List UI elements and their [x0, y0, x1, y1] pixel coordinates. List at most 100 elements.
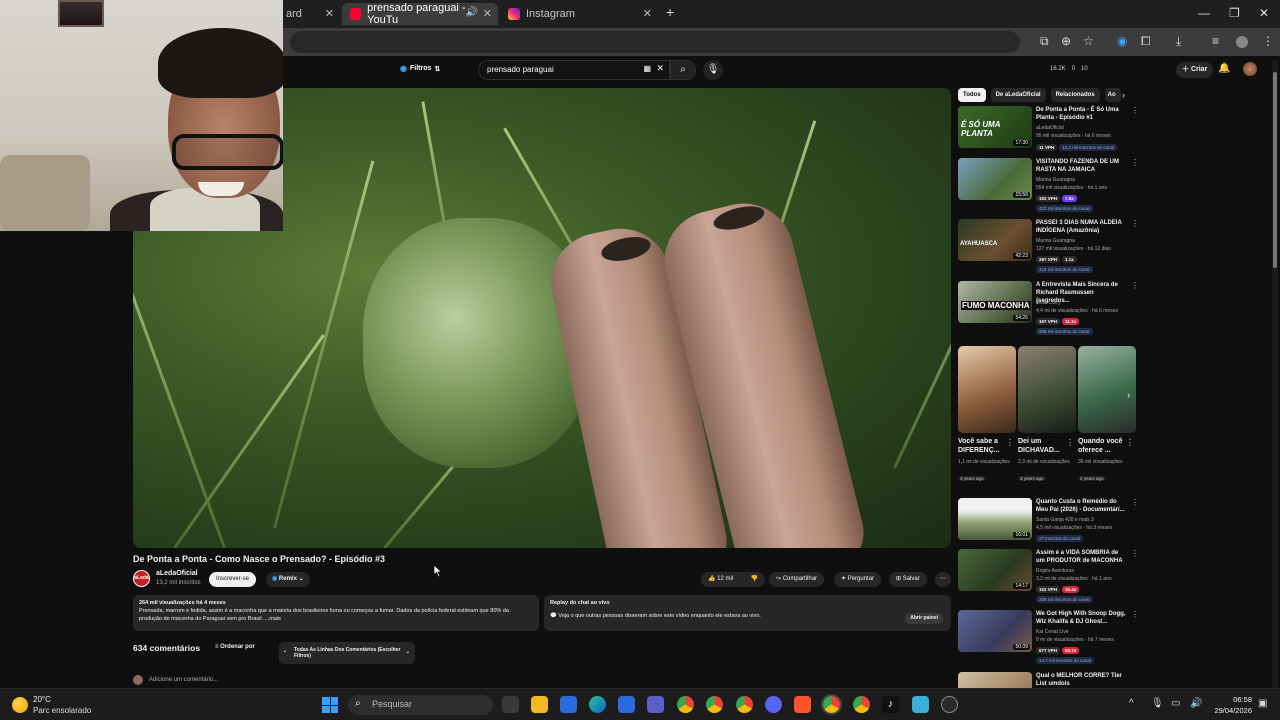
- start-button[interactable]: [322, 697, 338, 713]
- more-actions-button[interactable]: ⋯: [935, 572, 951, 587]
- voice-search-button[interactable]: 🎙: [703, 60, 723, 80]
- video-thumbnail[interactable]: 16:01: [958, 498, 1032, 540]
- chrome-profile-icon[interactable]: [736, 696, 753, 713]
- more-options-icon[interactable]: ⋮: [1131, 498, 1139, 507]
- tray-chevron-icon[interactable]: ^: [1129, 698, 1134, 709]
- chip-all[interactable]: Todos: [958, 88, 986, 102]
- clear-search-icon[interactable]: ✕: [656, 63, 664, 74]
- recommendation-item[interactable]: 16:01 Quanto Custa o Remédio do Meu Pai …: [958, 498, 1139, 550]
- tiktok-icon[interactable]: ♪: [882, 696, 899, 713]
- more-options-icon[interactable]: ⋮: [1131, 549, 1139, 558]
- add-comment-input[interactable]: Adicione um comentário...: [149, 677, 218, 683]
- short-thumbnail[interactable]: [1018, 346, 1076, 433]
- comment-filter-dropdown[interactable]: ▪ Todas As Linhas Dos Comentários (Escol…: [279, 642, 415, 664]
- recommendation-item[interactable]: 15:56 VISITANDO FAZENDA DE UM RASTA NA J…: [958, 158, 1139, 212]
- video-thumbnail[interactable]: 15:56: [958, 158, 1032, 200]
- discord-icon[interactable]: [765, 696, 782, 713]
- create-button[interactable]: ＋ Criar: [1176, 62, 1214, 78]
- tab-close-icon[interactable]: ✕: [643, 7, 652, 20]
- recommendation-item[interactable]: 50:39 We Got High With Snoop Dogg, Wiz K…: [958, 610, 1139, 664]
- recommendation-item[interactable]: 14:17 Assim é a VIDA SOMBRIA de um PRODU…: [958, 549, 1139, 603]
- filters-button[interactable]: ◉ Filtros ⇅: [400, 64, 440, 73]
- video-thumbnail[interactable]: 50:39: [958, 610, 1032, 652]
- speaker-icon[interactable]: 🔊: [466, 7, 478, 18]
- chips-next-icon[interactable]: ›: [1122, 90, 1125, 100]
- ask-button[interactable]: ✦ Perguntar: [834, 572, 882, 587]
- search-input[interactable]: prensado paraguai ▦ ✕: [478, 60, 670, 80]
- zoom-icon[interactable]: ⊕: [1061, 34, 1071, 48]
- menu-kebab-icon[interactable]: ⋮: [1262, 34, 1274, 48]
- notification-icon[interactable]: ▣: [1258, 698, 1267, 709]
- description-box[interactable]: 264 mil visualizações há 4 meses Prensad…: [133, 595, 539, 631]
- open-panel-button[interactable]: Abrir painel: [905, 613, 943, 624]
- recommendation-item[interactable]: É SÓ UMA PLANTA 17:30 De Ponta a Ponta -…: [958, 106, 1139, 158]
- tab-close-icon[interactable]: ✕: [483, 7, 492, 20]
- chip-live[interactable]: Ao: [1104, 88, 1121, 102]
- app-f-icon[interactable]: [912, 696, 929, 713]
- scrollbar-thumb[interactable]: [1273, 72, 1277, 268]
- minimize-button[interactable]: —: [1198, 6, 1210, 20]
- video-thumbnail[interactable]: AYAHUASCA 42:23: [958, 219, 1032, 261]
- address-bar[interactable]: [290, 31, 1020, 53]
- more-options-icon[interactable]: ⋮: [1131, 610, 1139, 619]
- edge-icon[interactable]: [589, 696, 606, 713]
- network-icon[interactable]: ▭: [1171, 698, 1180, 709]
- tab-search-icon[interactable]: ≡: [1212, 34, 1219, 48]
- share-button[interactable]: ↪ Compartilhar: [769, 572, 825, 587]
- save-button[interactable]: ⊞ Salvar: [889, 572, 927, 587]
- remix-button[interactable]: ◉ Remix ⌄: [266, 572, 310, 587]
- dislike-button[interactable]: 👎: [751, 572, 758, 587]
- chip-related[interactable]: Relacionados: [1050, 88, 1100, 102]
- chrome-icon[interactable]: [677, 696, 694, 713]
- more-options-icon[interactable]: ⋮: [1131, 106, 1139, 115]
- video-thumbnail[interactable]: 14:17: [958, 549, 1032, 591]
- restore-button[interactable]: ❐: [1229, 6, 1240, 20]
- short-thumbnail[interactable]: [958, 346, 1016, 433]
- chip-from-channel[interactable]: De aLedaOficial: [990, 88, 1046, 102]
- chrome-profile-icon[interactable]: [706, 696, 723, 713]
- channel-avatar[interactable]: aLeda: [133, 570, 150, 587]
- weather-condition[interactable]: Parc ensolarado: [33, 706, 91, 715]
- extension-icon[interactable]: ◉: [1117, 34, 1127, 48]
- brave-icon[interactable]: [794, 696, 811, 713]
- tab-instagram[interactable]: Instagram ✕: [500, 3, 658, 25]
- more-options-icon[interactable]: ⋮: [1131, 219, 1139, 228]
- mail-icon[interactable]: [560, 696, 577, 713]
- video-thumbnail[interactable]: É SÓ UMA PLANTA 17:30: [958, 106, 1032, 148]
- store-icon[interactable]: [618, 696, 635, 713]
- close-window-button[interactable]: ✕: [1259, 6, 1269, 20]
- clock[interactable]: 06:58 29/04/2026: [1210, 694, 1252, 716]
- obs-icon[interactable]: [941, 696, 958, 713]
- tab-youtube[interactable]: prensado paraguai - YouTu 🔊 ✕: [342, 2, 498, 26]
- more-options-icon[interactable]: ⋮: [1131, 281, 1139, 290]
- channel-name[interactable]: aLedaOficial: [156, 570, 198, 577]
- microphone-icon[interactable]: 🎙: [1151, 698, 1164, 709]
- tab-close-icon[interactable]: ✕: [325, 7, 334, 20]
- notifications-bell-icon[interactable]: 🔔: [1218, 63, 1230, 74]
- weather-sun-icon[interactable]: [12, 697, 28, 713]
- taskbar-search[interactable]: ⌕ Pesquisar: [348, 695, 493, 715]
- volume-icon[interactable]: 🔊: [1190, 698, 1202, 709]
- chrome-profile-icon[interactable]: [853, 696, 870, 713]
- task-view-icon[interactable]: [502, 696, 519, 713]
- keyboard-icon[interactable]: ▦: [643, 64, 651, 73]
- shorts-next-icon[interactable]: ›: [1127, 390, 1130, 401]
- download-icon[interactable]: ⤓: [1176, 34, 1181, 49]
- more-options-icon[interactable]: ⋮: [1066, 438, 1074, 447]
- like-button[interactable]: 👍 12 mil: [708, 576, 733, 582]
- subscribe-button[interactable]: Inscrever-se: [209, 572, 257, 587]
- video-thumbnail[interactable]: FUMO MACONHA 54:26: [958, 281, 1032, 323]
- more-options-icon[interactable]: ⋮: [1126, 438, 1134, 447]
- teams-icon[interactable]: [647, 696, 664, 713]
- account-avatar[interactable]: [1243, 62, 1257, 76]
- video-thumbnail[interactable]: [958, 672, 1032, 688]
- chrome-active-icon[interactable]: [821, 694, 842, 715]
- weather-temperature[interactable]: 20°C: [33, 695, 51, 704]
- recommendation-item[interactable]: FUMO MACONHA 54:26 A Entrevista Mais Sin…: [958, 281, 1139, 335]
- extensions-puzzle-icon[interactable]: ⧠: [1141, 34, 1151, 49]
- cast-icon[interactable]: ⧉: [1040, 34, 1049, 49]
- recommendation-item[interactable]: AYAHUASCA 42:23 PASSEI 3 DIAS NUMA ALDEI…: [958, 219, 1139, 273]
- new-tab-button[interactable]: +: [666, 4, 674, 20]
- file-explorer-icon[interactable]: [531, 696, 548, 713]
- profile-avatar[interactable]: [1236, 36, 1248, 48]
